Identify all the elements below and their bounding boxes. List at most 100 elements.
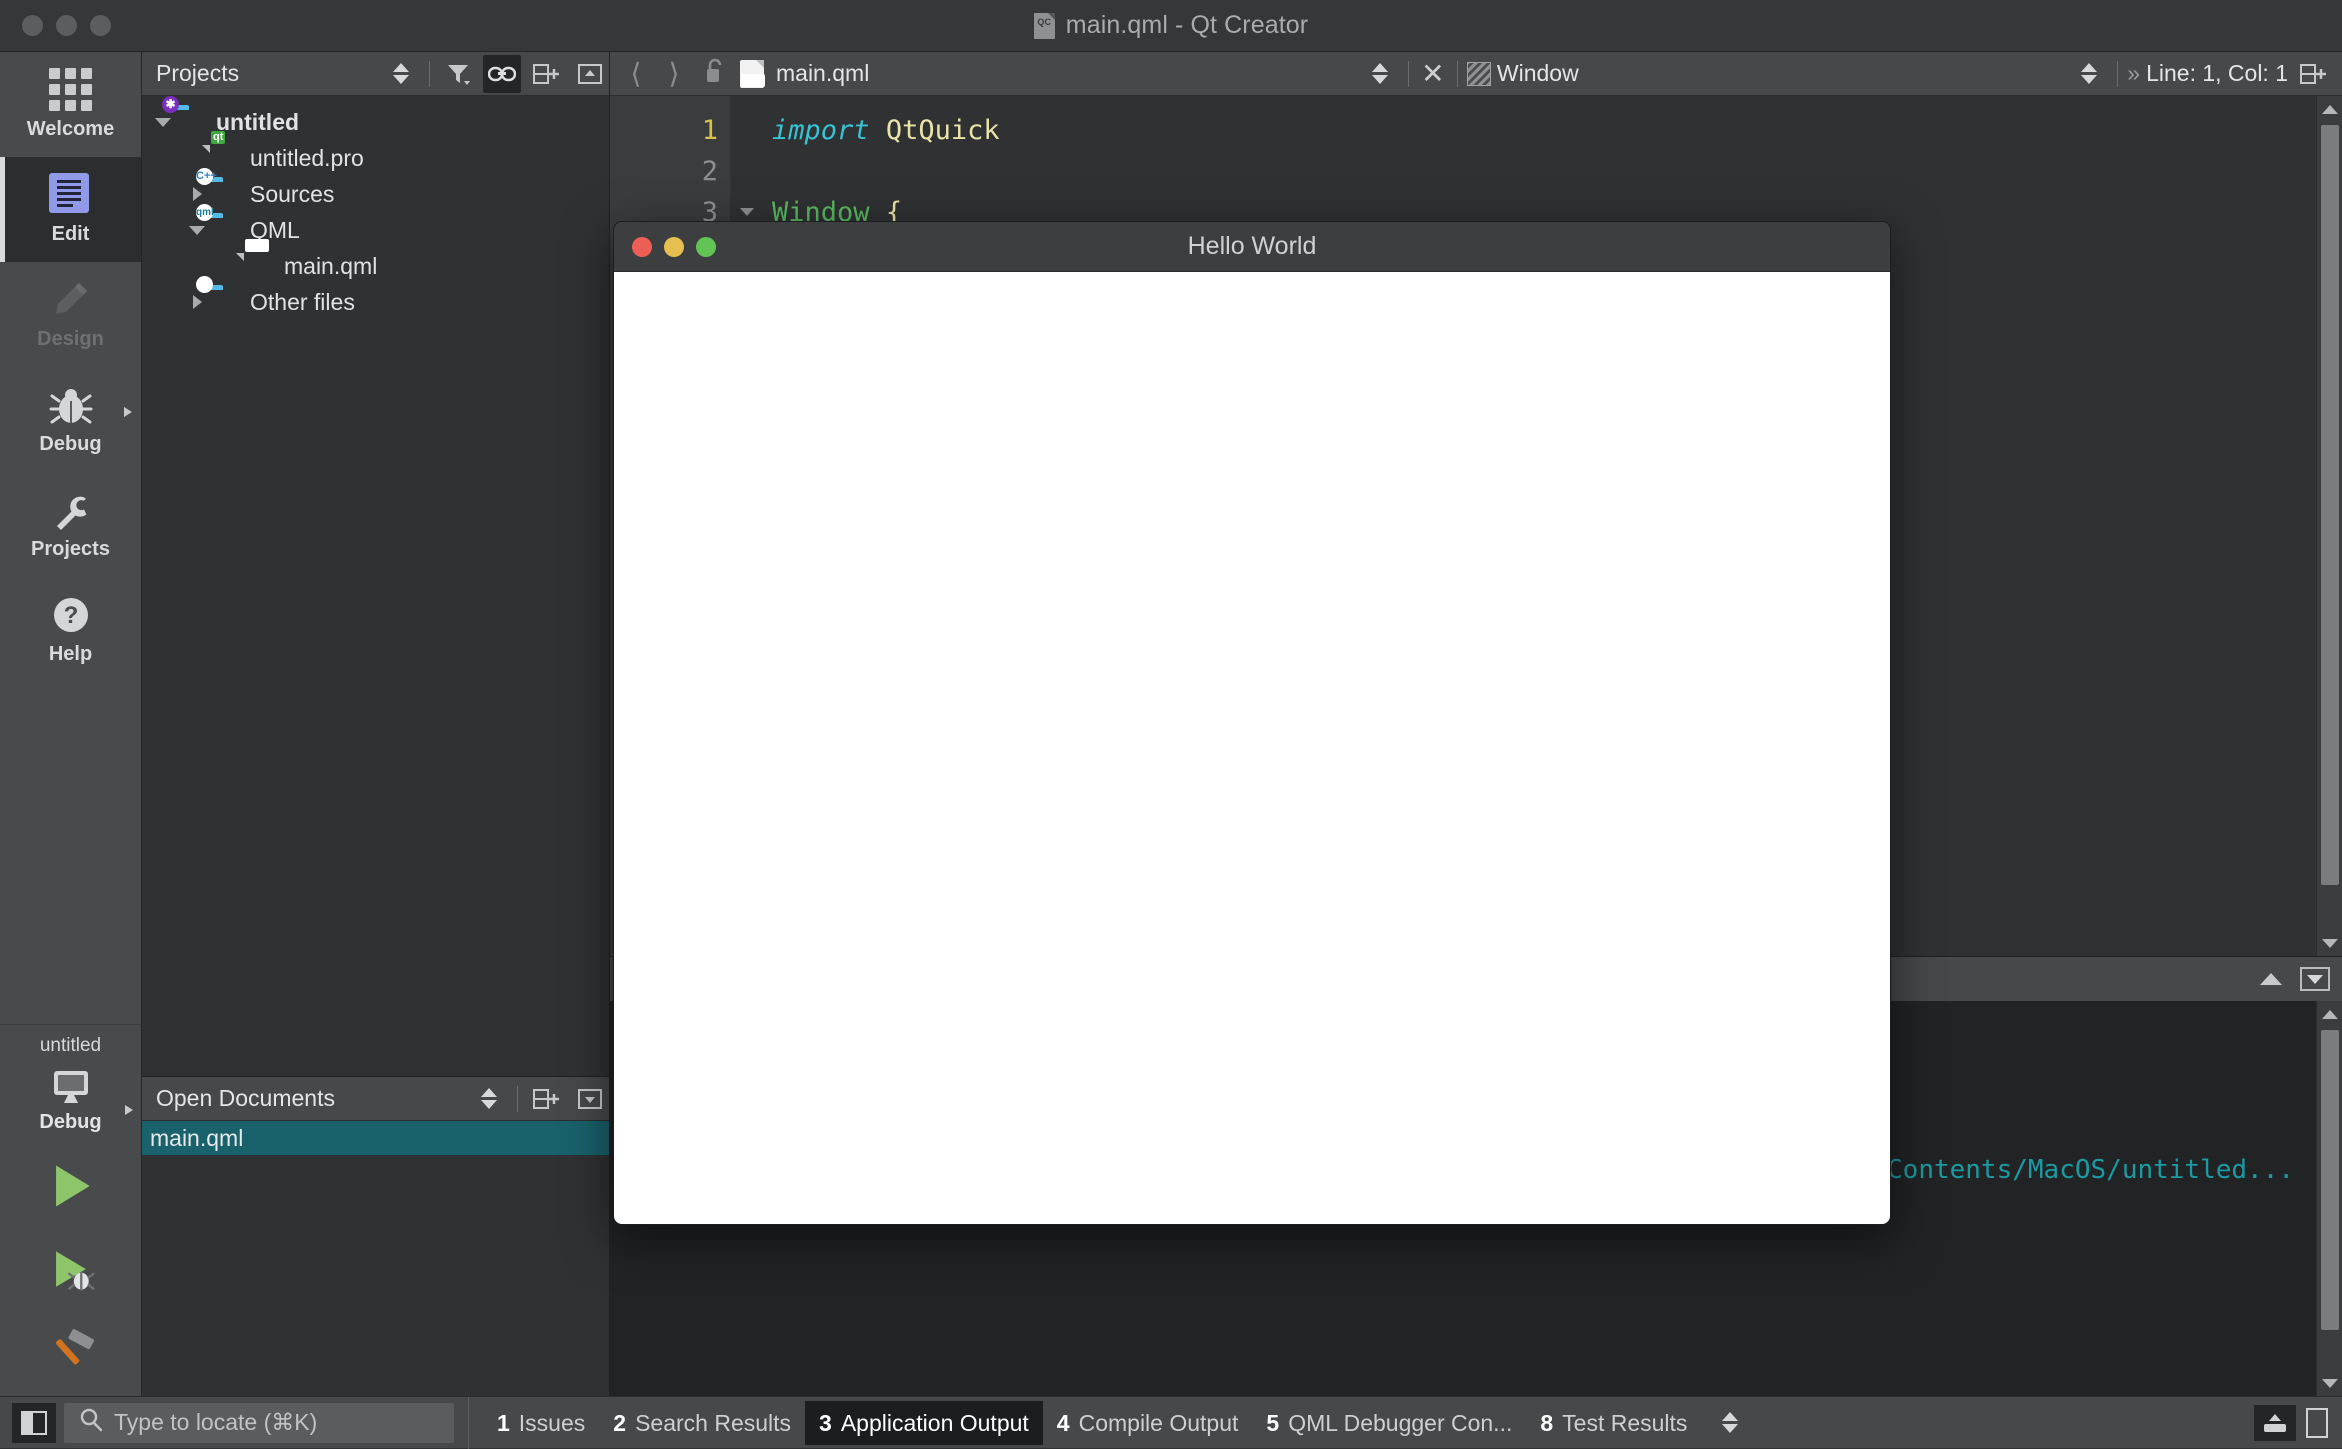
scrollbar-thumb[interactable] <box>2321 125 2339 885</box>
chevron-left-icon[interactable]: ⟨ <box>620 57 652 90</box>
folder-other-icon <box>210 289 240 315</box>
maximize-button[interactable] <box>696 237 716 257</box>
output-tab-search-results[interactable]: 2Search Results <box>599 1401 805 1445</box>
open-document-item[interactable]: main.qml <box>142 1121 609 1155</box>
scroll-down-button[interactable] <box>2317 1370 2342 1396</box>
code-line[interactable]: import QtQuick <box>772 110 2316 151</box>
close-document-icon[interactable]: ✕ <box>1418 57 1448 90</box>
symbol-dropdown-spinner[interactable] <box>2070 55 2108 93</box>
window-close-button[interactable] <box>22 15 43 36</box>
updown-spinner-icon[interactable] <box>1711 1404 1749 1442</box>
svg-text:?: ? <box>63 602 78 629</box>
zoom-slider-icon[interactable] <box>2254 1405 2296 1441</box>
mode-item-label: Welcome <box>27 118 114 141</box>
double-chevron-right-icon[interactable]: » <box>2127 60 2140 87</box>
scroll-up-button[interactable] <box>2317 1001 2342 1027</box>
chevron-down-icon[interactable] <box>186 219 208 241</box>
window-title: main.qml - Qt Creator <box>0 0 2342 51</box>
run-button[interactable] <box>0 1144 142 1228</box>
window-minimize-button[interactable] <box>56 15 77 36</box>
mode-item-debug[interactable]: Debug <box>0 367 141 472</box>
editor-vertical-scrollbar[interactable] <box>2316 96 2342 956</box>
window-maximize-button[interactable] <box>90 15 111 36</box>
build-hammer-button[interactable] <box>0 1312 142 1396</box>
projects-panel-title: Projects <box>156 60 376 87</box>
project-tree[interactable]: untitledqtuntitled.proC++SourcesqmlQMLqm… <box>142 96 609 1076</box>
panel-chooser-spinner[interactable] <box>382 55 420 93</box>
output-tab-test-results[interactable]: 8Test Results <box>1526 1401 1701 1445</box>
mode-item-help[interactable]: ? Help <box>0 577 141 682</box>
chevron-right-icon[interactable] <box>124 407 132 417</box>
maximize-output-icon[interactable] <box>2300 967 2330 991</box>
run-debug-button[interactable] <box>0 1228 142 1312</box>
chevron-right-icon[interactable] <box>186 183 208 205</box>
mode-item-edit[interactable]: Edit <box>0 157 141 262</box>
editor-symbol-name[interactable]: Window <box>1497 60 1579 87</box>
kit-selector-button[interactable]: Debug <box>0 1063 142 1144</box>
open-document-label: main.qml <box>150 1125 243 1152</box>
fold-chevron-down-icon[interactable] <box>740 208 754 216</box>
chevron-right-icon[interactable] <box>186 291 208 313</box>
output-tab-number: 3 <box>819 1401 832 1445</box>
mode-item-welcome[interactable]: Welcome <box>0 52 141 157</box>
mode-item-projects[interactable]: Projects <box>0 472 141 577</box>
open-documents-title: Open Documents <box>156 1085 464 1112</box>
hello-world-traffic-lights <box>614 237 716 257</box>
output-tab-compile-output[interactable]: 4Compile Output <box>1043 1401 1253 1445</box>
split-add-icon[interactable] <box>527 55 565 93</box>
toggle-left-sidebar-icon[interactable] <box>12 1403 56 1443</box>
hello-world-window[interactable]: Hello World <box>613 221 1891 1225</box>
qml-file-icon: qml <box>740 60 764 88</box>
panel-chooser-spinner[interactable] <box>470 1080 508 1118</box>
output-tab-number: 5 <box>1266 1401 1279 1445</box>
folder-project-icon <box>176 109 206 135</box>
chevron-right-icon[interactable] <box>125 1105 133 1115</box>
scrollbar-thumb[interactable] <box>2321 1030 2339 1330</box>
hello-world-titlebar: Hello World <box>614 222 1890 272</box>
file-dropdown-spinner[interactable] <box>1361 55 1399 93</box>
editor-toolbar: ⟨ ⟩ qml main.qml <box>610 52 2342 96</box>
collapse-chevron-up-icon[interactable] <box>2252 960 2290 998</box>
locator-input[interactable]: Type to locate (⌘K) <box>64 1403 454 1443</box>
close-panel-icon[interactable] <box>571 1080 609 1118</box>
output-tab-issues[interactable]: 1Issues <box>483 1401 599 1445</box>
chevron-right-icon[interactable]: ⟩ <box>658 57 690 90</box>
tree-item[interactable]: Other files <box>142 284 609 320</box>
output-tab-qml-debugger-con[interactable]: 5QML Debugger Con... <box>1252 1401 1526 1445</box>
link-sync-icon[interactable] <box>483 55 521 93</box>
unlocked-padlock-icon[interactable] <box>704 57 726 90</box>
desktop-monitor-icon <box>49 1063 93 1107</box>
code-line[interactable] <box>772 151 2316 192</box>
output-tab-label: Test Results <box>1562 1401 1687 1445</box>
close-button[interactable] <box>632 237 652 257</box>
output-vertical-scrollbar[interactable] <box>2316 1001 2342 1396</box>
left-dock: Projects <box>142 52 610 1396</box>
split-add-icon[interactable] <box>2294 55 2332 93</box>
mode-item-design[interactable]: Design <box>0 262 141 367</box>
output-tab-label: Application Output <box>841 1401 1029 1445</box>
hello-world-content[interactable] <box>614 272 1890 1224</box>
chevron-down-icon[interactable] <box>152 111 174 133</box>
tree-item-label: untitled <box>216 109 299 136</box>
toolbar-separator <box>1408 61 1409 87</box>
toggle-right-sidebar-icon[interactable] <box>2306 1408 2328 1438</box>
minimize-button[interactable] <box>664 237 684 257</box>
code-token: QtQuick <box>886 115 1000 146</box>
scroll-down-button[interactable] <box>2317 930 2342 956</box>
close-panel-icon[interactable] <box>571 55 609 93</box>
output-tab-application-output[interactable]: 3Application Output <box>805 1401 1043 1445</box>
output-tab-number: 1 <box>497 1401 510 1445</box>
qt-pro-file-icon: qt <box>210 145 240 171</box>
split-add-icon[interactable] <box>527 1080 565 1118</box>
output-pane-tabs: 1Issues2Search Results3Application Outpu… <box>468 1397 2254 1449</box>
scroll-up-button[interactable] <box>2317 96 2342 122</box>
tree-item[interactable]: qmlmain.qml <box>142 248 609 284</box>
line-number: 2 <box>610 151 730 192</box>
editor-file-name[interactable]: main.qml <box>776 60 869 87</box>
status-bar-left: Type to locate (⌘K) <box>0 1403 468 1443</box>
kit-and-run-controls: untitled Debug <box>0 1024 141 1396</box>
qml-file-icon: qml <box>244 253 274 279</box>
tree-item[interactable]: qmlQML <box>142 212 609 248</box>
filter-icon[interactable] <box>439 55 477 93</box>
open-documents-list[interactable]: main.qml <box>142 1121 609 1396</box>
